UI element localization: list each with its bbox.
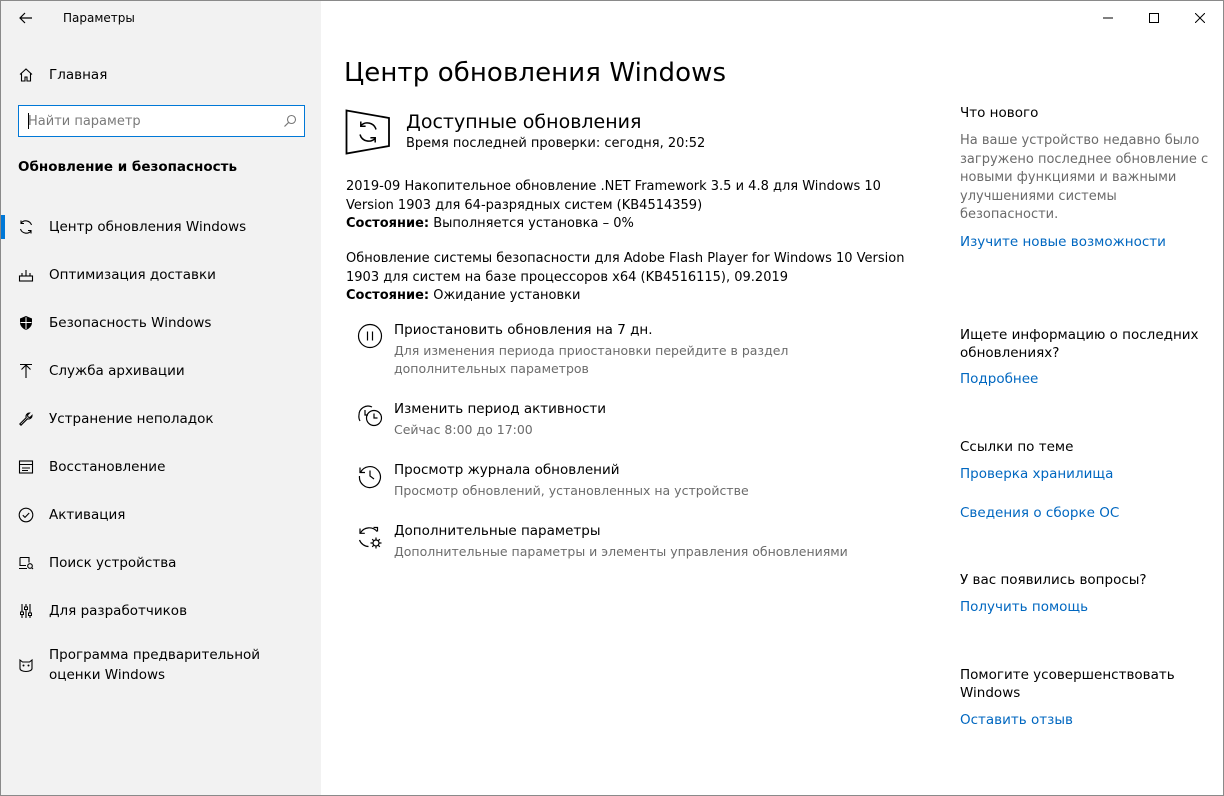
update-name: Обновление системы безопасности для Adob… <box>346 251 905 285</box>
explore-features-link[interactable]: Изучите новые возможности <box>960 233 1210 251</box>
minimize-icon <box>1103 17 1113 19</box>
close-button[interactable] <box>1177 1 1223 35</box>
shield-icon <box>17 314 35 332</box>
give-feedback-link[interactable]: Оставить отзыв <box>960 711 1210 729</box>
sidebar-item-label: Устранение неполадок <box>49 411 214 427</box>
wrench-icon <box>17 410 35 428</box>
update-status-value: Ожидание установки <box>429 288 581 303</box>
sidebar-item-recovery[interactable]: Восстановление <box>1 443 321 491</box>
back-arrow-icon <box>19 12 32 24</box>
whats-new-section: Что нового На ваше устройство недавно бы… <box>960 104 1210 251</box>
whats-new-text: На ваше устройство недавно было загружен… <box>960 133 1209 222</box>
section-heading: Что нового <box>960 105 1039 121</box>
option-title: Просмотр журнала обновлений <box>394 462 620 478</box>
more-info-link[interactable]: Подробнее <box>960 370 1210 388</box>
os-build-info-link[interactable]: Сведения о сборке ОС <box>960 504 1210 522</box>
close-icon <box>1195 13 1205 23</box>
home-icon <box>17 66 35 84</box>
sidebar-item-label: Поиск устройства <box>49 555 177 571</box>
advanced-settings-icon <box>358 526 382 549</box>
text-caret <box>28 113 29 129</box>
search-icon[interactable] <box>283 114 297 128</box>
page-title: Центр обновления Windows <box>344 58 727 88</box>
search-box[interactable] <box>18 105 305 137</box>
maximize-button[interactable] <box>1131 1 1177 35</box>
option-title: Дополнительные параметры <box>394 523 601 539</box>
option-desc: Сейчас 8:00 до 17:00 <box>394 422 533 437</box>
sidebar-item-label: Для разработчиков <box>49 603 188 619</box>
questions-section: У вас появились вопросы? Получить помощь <box>960 571 1210 616</box>
option-desc: Просмотр обновлений, установленных на ус… <box>394 483 749 498</box>
update-entry: 2019-09 Накопительное обновление .NET Fr… <box>346 178 916 234</box>
window-controls <box>1085 1 1223 35</box>
maximize-icon <box>1149 13 1159 23</box>
find-device-icon <box>17 554 35 572</box>
sidebar-item-activation[interactable]: Активация <box>1 491 321 539</box>
sidebar-item-label: Активация <box>49 507 126 523</box>
feedback-section: Помогите усовершенствовать Windows Остав… <box>960 666 1210 729</box>
sidebar-item-label: Центр обновления Windows <box>49 219 247 235</box>
option-title: Приостановить обновления на 7 дн. <box>394 322 653 338</box>
sidebar: Параметры Главная Обновление и безопасно… <box>1 1 321 795</box>
sidebar-item-label: Восстановление <box>49 459 166 475</box>
option-desc: Дополнительные параметры и элементы упра… <box>394 544 848 559</box>
update-status-icon <box>345 109 390 155</box>
get-help-link[interactable]: Получить помощь <box>960 598 1210 616</box>
related-links-section: Ссылки по теме Проверка хранилища Сведен… <box>960 438 1210 522</box>
back-button[interactable] <box>11 6 41 30</box>
settings-window: Параметры Главная Обновление и безопасно… <box>0 0 1224 796</box>
developer-sliders-icon <box>17 602 35 620</box>
sidebar-item-windows-security[interactable]: Безопасность Windows <box>1 299 321 347</box>
option-title: Изменить период активности <box>394 401 607 417</box>
sidebar-item-label: Программа предварительной оценки Windows <box>49 647 261 683</box>
status-title: Доступные обновления <box>406 111 642 133</box>
active-hours-icon <box>358 405 383 427</box>
sidebar-item-label: Главная <box>49 67 108 83</box>
search-input[interactable] <box>28 112 268 130</box>
update-status-label: Состояние: <box>346 288 430 303</box>
sidebar-item-backup[interactable]: Служба архивации <box>1 347 321 395</box>
recovery-icon <box>17 458 35 476</box>
sidebar-item-label: Безопасность Windows <box>49 315 212 331</box>
section-heading: У вас появились вопросы? <box>960 572 1147 588</box>
insider-cat-icon <box>17 656 35 674</box>
update-entry: Обновление системы безопасности для Adob… <box>346 250 916 306</box>
sidebar-item-home[interactable]: Главная <box>1 59 321 91</box>
section-heading: Помогите усовершенствовать Windows <box>960 667 1175 701</box>
sidebar-item-find-device[interactable]: Поиск устройства <box>1 539 321 587</box>
sidebar-item-developers[interactable]: Для разработчиков <box>1 587 321 635</box>
option-desc: Для изменения периода приостановки перей… <box>394 343 789 376</box>
delivery-optimization-icon <box>17 266 35 284</box>
section-title: Обновление и безопасность <box>18 159 237 175</box>
check-storage-link[interactable]: Проверка хранилища <box>960 465 1210 483</box>
sidebar-item-label: Служба архивации <box>49 363 185 379</box>
update-status-label: Состояние: <box>346 216 430 231</box>
sidebar-item-label: Оптимизация доставки <box>49 267 216 283</box>
last-check-text: Время последней проверки: сегодня, 20:52 <box>406 136 706 151</box>
history-icon <box>358 466 382 489</box>
backup-arrow-icon <box>17 362 35 380</box>
sidebar-item-delivery-optimization[interactable]: Оптимизация доставки <box>1 251 321 299</box>
update-name: 2019-09 Накопительное обновление .NET Fr… <box>346 179 881 213</box>
sidebar-nav: Центр обновления Windows Оптимизация дос… <box>1 203 321 695</box>
pause-icon <box>357 323 383 349</box>
update-status-value: Выполняется установка – 0% <box>429 216 634 231</box>
minimize-button[interactable] <box>1085 1 1131 35</box>
app-title: Параметры <box>63 11 135 25</box>
sidebar-item-windows-update[interactable]: Центр обновления Windows <box>1 203 321 251</box>
sidebar-item-troubleshoot[interactable]: Устранение неполадок <box>1 395 321 443</box>
update-status: Состояние: Выполняется установка – 0% <box>346 215 916 234</box>
update-status: Состояние: Ожидание установки <box>346 287 916 306</box>
refresh-icon <box>17 218 35 236</box>
section-heading: Ссылки по теме <box>960 439 1074 455</box>
check-circle-icon <box>17 506 35 524</box>
section-heading: Ищете информацию о последних обновлениях… <box>960 327 1199 361</box>
sidebar-item-insider[interactable]: Программа предварительной оценки Windows <box>1 635 321 695</box>
info-section: Ищете информацию о последних обновлениях… <box>960 326 1210 388</box>
